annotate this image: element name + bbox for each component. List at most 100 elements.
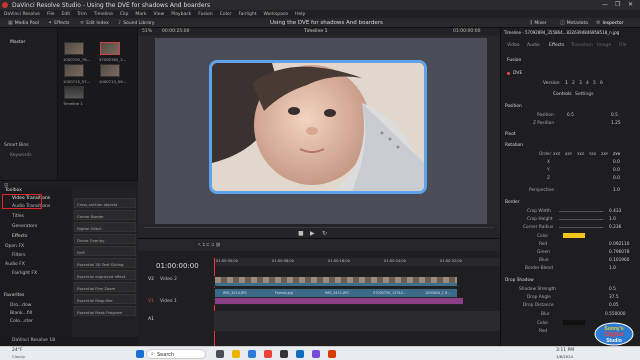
- position-x[interactable]: 0.5: [567, 113, 574, 118]
- order-yzx[interactable]: YZX: [589, 152, 596, 156]
- version-2[interactable]: 2: [572, 81, 575, 87]
- menu-playback[interactable]: Playback: [171, 12, 191, 17]
- effect-item[interactable]: Essential engraved effect: [74, 270, 136, 280]
- crop-width-slider[interactable]: [559, 211, 603, 212]
- menu-timeline[interactable]: Timeline: [94, 12, 113, 17]
- edge-icon[interactable]: [248, 350, 256, 358]
- menu-color[interactable]: Color: [220, 12, 232, 17]
- minimize-button[interactable]: —: [602, 1, 608, 8]
- rot-y[interactable]: 0.0: [613, 168, 620, 173]
- rotation-section[interactable]: Rotation: [505, 143, 523, 148]
- stop-button[interactable]: ■: [298, 231, 304, 237]
- menu-workspace[interactable]: Workspace: [263, 12, 288, 17]
- version-3[interactable]: 3: [579, 81, 582, 87]
- version-5[interactable]: 5: [593, 81, 596, 87]
- menu-view[interactable]: View: [154, 12, 165, 17]
- clip-name[interactable]: IMG_3411.JPG: [325, 291, 349, 295]
- master-bin[interactable]: Master: [10, 40, 25, 46]
- tab-file[interactable]: File: [619, 43, 627, 49]
- version-6[interactable]: 6: [600, 81, 603, 87]
- timeline-name[interactable]: Timeline 1: [304, 29, 327, 35]
- order-zxy[interactable]: ZXY: [601, 152, 608, 156]
- position-section[interactable]: Position: [505, 104, 522, 109]
- effect-item[interactable]: Essential Mask Program: [74, 306, 136, 316]
- effect-item[interactable]: Essential Flex Zoom: [74, 282, 136, 292]
- clip-name[interactable]: IMG_3414.JPG: [223, 291, 247, 295]
- toolbox-header[interactable]: Toolbox: [5, 188, 22, 194]
- weather-desc[interactable]: Cloudy: [12, 355, 25, 359]
- border-blend[interactable]: 1.0: [609, 266, 616, 271]
- metadata-button[interactable]: ◫ Metadata: [560, 20, 588, 26]
- play-button[interactable]: ▶: [310, 231, 315, 237]
- border-color-swatch[interactable]: [563, 233, 585, 238]
- menu-trim[interactable]: Trim: [77, 12, 87, 17]
- app-icon[interactable]: [312, 350, 320, 358]
- v1-fusion-clip[interactable]: [214, 297, 464, 305]
- crop-width[interactable]: 0.433: [609, 209, 621, 214]
- clip-name[interactable]: 1000694_1 8...: [425, 291, 450, 295]
- effects-button[interactable]: ✦ Effects: [48, 20, 70, 26]
- app-icon[interactable]: [328, 350, 336, 358]
- tab-image[interactable]: Image: [597, 43, 611, 49]
- effect-item[interactable]: Essential Magnifier: [74, 294, 136, 304]
- border-green[interactable]: 0.796078: [609, 250, 630, 255]
- scrub-bar[interactable]: [144, 227, 494, 228]
- audio-fx-header[interactable]: Audio FX: [5, 262, 25, 268]
- menu-help[interactable]: Help: [295, 12, 305, 17]
- open-fx-filters[interactable]: Filters: [12, 253, 26, 259]
- clip-thumbnail[interactable]: [64, 64, 84, 77]
- border-section[interactable]: Border: [505, 200, 519, 205]
- store-icon[interactable]: [296, 350, 304, 358]
- clock-time[interactable]: 3:11 PM: [556, 348, 574, 354]
- border-blue[interactable]: 0.101960: [609, 258, 630, 263]
- menu-clip[interactable]: Clip: [120, 12, 129, 17]
- close-button[interactable]: ✕: [628, 1, 633, 8]
- corner-radius[interactable]: 0.236: [609, 225, 621, 230]
- tab-effects[interactable]: Effects: [549, 43, 564, 49]
- category-titles[interactable]: Titles: [12, 214, 24, 220]
- media-pool-button[interactable]: ▦ Media Pool: [8, 20, 39, 26]
- clip-thumbnail-selected[interactable]: [100, 42, 120, 55]
- menu-davinci[interactable]: DaVinci Resolve: [4, 12, 40, 17]
- track-v1-name[interactable]: Video 1: [160, 299, 177, 305]
- dve-bordered-image[interactable]: [209, 60, 427, 194]
- start-button[interactable]: [136, 350, 144, 358]
- menu-fusion[interactable]: Fusion: [198, 12, 212, 17]
- clip-thumbnail[interactable]: [100, 64, 120, 77]
- timeline-ruler[interactable]: 01:00:00:00 01:00:08:00 01:00:16:00 01:0…: [214, 258, 500, 266]
- order-zyx[interactable]: ZYX: [613, 152, 620, 156]
- tab-transition[interactable]: Transition: [571, 43, 593, 49]
- rot-x[interactable]: 0.0: [613, 160, 620, 165]
- open-fx-header[interactable]: Open FX: [5, 244, 24, 250]
- timeline-thumbnail[interactable]: [64, 86, 84, 99]
- drop-distance[interactable]: 0.05: [609, 303, 619, 308]
- order-xzy[interactable]: XZY: [565, 152, 572, 156]
- clip-name[interactable]: 57090750_13744...: [373, 291, 406, 295]
- subtab-fusion[interactable]: Fusion: [507, 58, 521, 64]
- zpos-value[interactable]: 1.25: [611, 121, 621, 126]
- zoom-level[interactable]: 51%: [142, 29, 152, 35]
- crop-height[interactable]: 1.0: [609, 217, 616, 222]
- loop-button[interactable]: ↻: [322, 231, 327, 237]
- maximize-button[interactable]: ❐: [615, 1, 620, 8]
- tab-audio[interactable]: Audio: [527, 43, 540, 49]
- drop-angle[interactable]: 37.5: [609, 295, 619, 300]
- shadow-strength[interactable]: 0.5: [609, 287, 616, 292]
- favorite-item[interactable]: Colo...ster: [10, 319, 33, 325]
- corner-radius-slider[interactable]: [559, 227, 603, 228]
- weather-temp[interactable]: 24°F: [12, 348, 23, 354]
- favorite-item[interactable]: Blank...fill: [10, 311, 32, 317]
- menu-file[interactable]: File: [47, 12, 55, 17]
- taskview-icon[interactable]: [216, 350, 224, 358]
- chrome-icon[interactable]: [264, 350, 272, 358]
- inspector-button[interactable]: ⚙ Inspector: [596, 20, 623, 26]
- menu-fairlight[interactable]: Fairlight: [238, 12, 256, 17]
- position-y[interactable]: 0.5: [611, 113, 618, 118]
- explorer-icon[interactable]: [232, 350, 240, 358]
- resolve-taskbar-icon[interactable]: [280, 350, 288, 358]
- clock-date[interactable]: 1/8/2024: [556, 355, 573, 359]
- effect-item[interactable]: DVE: [74, 246, 136, 256]
- tab-video[interactable]: Video: [507, 43, 520, 49]
- order-yxz[interactable]: YXZ: [577, 152, 584, 156]
- sound-library-button[interactable]: ♪ Sound Library: [118, 20, 155, 26]
